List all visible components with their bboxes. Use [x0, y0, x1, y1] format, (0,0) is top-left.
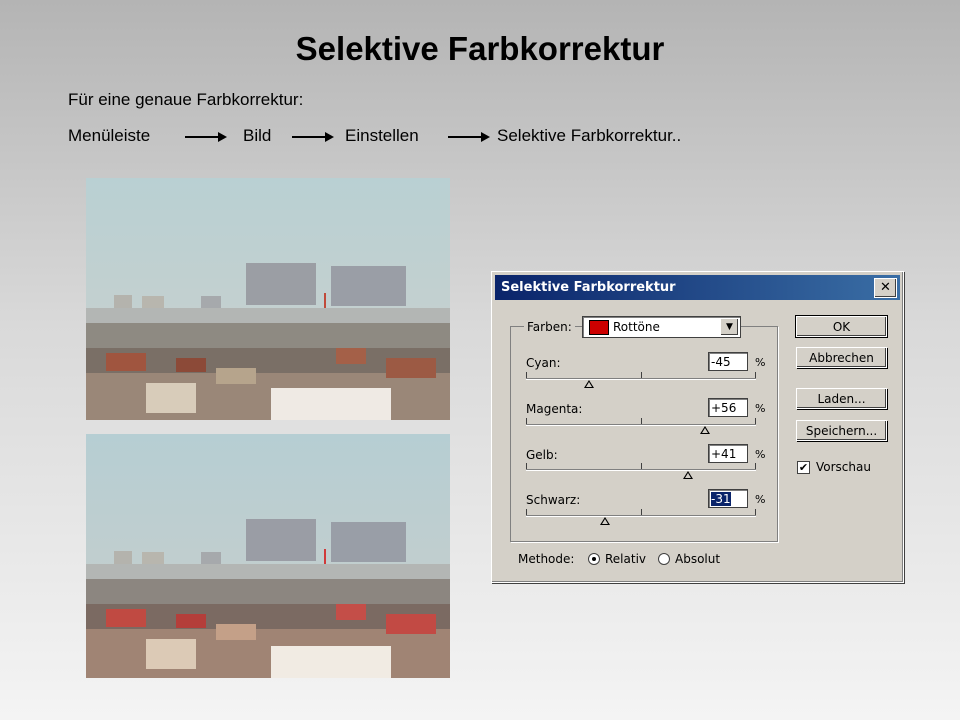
- magenta-value: +56: [711, 401, 737, 415]
- menu-path: Menüleiste Bild Einstellen Selektive Far…: [68, 126, 928, 148]
- relative-radio[interactable]: [588, 553, 600, 565]
- photo-before: [86, 178, 450, 420]
- chevron-down-icon[interactable]: ▼: [720, 318, 739, 336]
- intro-text: Für eine genaue Farbkorrektur:: [68, 90, 304, 109]
- magenta-slider-track[interactable]: [526, 418, 756, 434]
- dialog-title: Selektive Farbkorrektur: [501, 280, 676, 295]
- yellow-unit: %: [755, 448, 766, 461]
- cyan-unit: %: [755, 356, 766, 369]
- cyan-slider-track[interactable]: [526, 372, 756, 388]
- black-input[interactable]: -31: [708, 489, 748, 508]
- arrow-icon: [185, 132, 227, 142]
- path-step-image: Bild: [243, 126, 272, 145]
- cyan-label: Cyan:: [526, 356, 561, 370]
- slide-title: Selektive Farbkorrektur: [295, 30, 665, 67]
- relative-label: Relativ: [605, 552, 647, 566]
- cyan-slider-thumb[interactable]: [584, 380, 594, 388]
- path-step-selective-color: Selektive Farbkorrektur..: [497, 126, 682, 145]
- color-swatch: [589, 320, 609, 335]
- close-button[interactable]: ✕: [874, 278, 897, 298]
- yellow-slider-track[interactable]: [526, 463, 756, 479]
- yellow-slider-thumb[interactable]: [683, 471, 693, 479]
- arrow-icon: [292, 132, 334, 142]
- cyan-value: -45: [711, 355, 731, 369]
- selective-color-dialog: Selektive Farbkorrektur ✕ Farben: Rottön…: [491, 271, 904, 583]
- photo-after: [86, 434, 450, 678]
- path-step-menubar: Menüleiste: [68, 126, 151, 145]
- method-label: Methode:: [518, 552, 575, 566]
- ok-button[interactable]: OK: [795, 315, 888, 338]
- absolute-label: Absolut: [675, 552, 721, 566]
- black-label: Schwarz:: [526, 493, 581, 507]
- black-unit: %: [755, 493, 766, 506]
- colors-dropdown[interactable]: Rottöne ▼: [582, 316, 741, 338]
- magenta-unit: %: [755, 402, 766, 415]
- arrow-icon: [448, 132, 490, 142]
- preview-label: Vorschau: [816, 460, 871, 474]
- path-step-adjust: Einstellen: [345, 126, 419, 145]
- magenta-label: Magenta:: [526, 402, 583, 416]
- cancel-button[interactable]: Abbrechen: [796, 347, 887, 368]
- colors-selected-value: Rottöne: [613, 320, 660, 334]
- cyan-input[interactable]: -45: [708, 352, 748, 371]
- yellow-value: +41: [711, 447, 737, 461]
- colors-label: Farben:: [524, 320, 575, 334]
- load-button[interactable]: Laden...: [796, 388, 887, 409]
- yellow-input[interactable]: +41: [708, 444, 748, 463]
- black-slider-thumb[interactable]: [600, 517, 610, 525]
- dialog-titlebar[interactable]: Selektive Farbkorrektur ✕: [495, 275, 900, 300]
- yellow-label: Gelb:: [526, 448, 558, 462]
- black-value: -31: [711, 492, 731, 506]
- magenta-input[interactable]: +56: [708, 398, 748, 417]
- black-slider-track[interactable]: [526, 509, 756, 525]
- save-button[interactable]: Speichern...: [796, 420, 887, 441]
- absolute-radio[interactable]: [658, 553, 670, 565]
- preview-checkbox[interactable]: ✔: [797, 461, 810, 474]
- magenta-slider-thumb[interactable]: [700, 426, 710, 434]
